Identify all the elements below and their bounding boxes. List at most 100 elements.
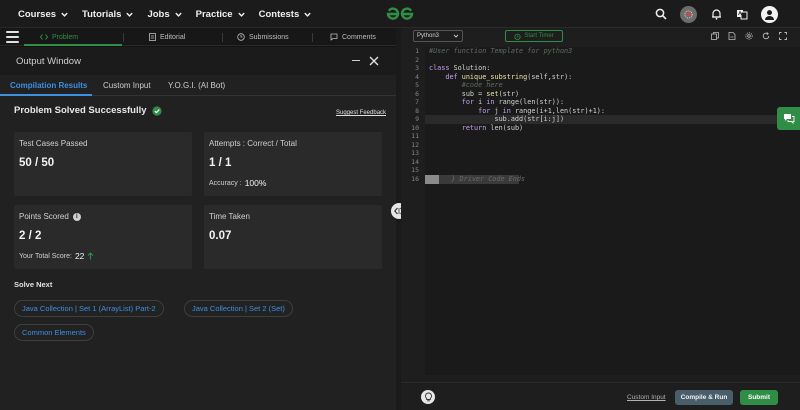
- code-line: for j in range(i+1,len(str)+1):: [429, 106, 605, 115]
- top-right-icons: [654, 0, 778, 28]
- line-number: 15: [411, 166, 419, 174]
- line-number: 9: [415, 115, 419, 123]
- nav-menu: Courses Tutorials Jobs Practice Contests: [18, 0, 312, 28]
- code-line: sub = set(str): [429, 89, 520, 98]
- line-number: 12: [411, 140, 419, 149]
- solve-next-item[interactable]: Java Collection | Set 1 (ArrayList) Part…: [14, 300, 164, 317]
- chevron-down-icon: [453, 34, 459, 38]
- clock-icon: [237, 33, 245, 41]
- line-number: 6: [415, 89, 419, 98]
- nav-tutorials[interactable]: Tutorials: [82, 9, 134, 20]
- line-number: 1: [415, 47, 419, 55]
- editor-bottom-bar: Custom Input Compile & Run Submit: [401, 382, 800, 410]
- editor-toolbar: Python3 Start Timer: [401, 28, 800, 47]
- line-number: 10: [411, 123, 419, 132]
- total-score-value: 22: [74, 251, 85, 261]
- tab-compilation-results[interactable]: Compilation Results: [10, 81, 87, 90]
- info-icon[interactable]: i: [72, 212, 81, 221]
- suggest-feedback-link[interactable]: Suggest Feedback: [336, 110, 386, 116]
- code-editor[interactable]: #User function Template for python3 clas…: [425, 47, 800, 375]
- check-circle-icon: [151, 105, 162, 116]
- lightbulb-icon[interactable]: [421, 390, 435, 404]
- line-number-gutter: 1 2 3 4 5 6 7 8 9 10 11 12 13 14 15 16: [401, 47, 425, 375]
- output-window-title: Output Window: [16, 56, 81, 67]
- chevron-down-icon: [61, 12, 68, 17]
- editor-actions: [711, 32, 787, 40]
- start-timer-button[interactable]: Start Timer: [505, 30, 563, 42]
- line-number: 5: [415, 81, 419, 89]
- output-tab-underline: [0, 94, 92, 96]
- settings-icon[interactable]: [745, 32, 753, 40]
- tab-divider: [123, 33, 124, 42]
- hamburger-menu-icon[interactable]: [6, 31, 19, 43]
- arrow-up-icon: [88, 252, 94, 260]
- output-window-header: Output Window: [0, 47, 396, 75]
- chevron-down-icon: [237, 12, 245, 17]
- chevron-down-icon: [304, 12, 311, 17]
- total-score-row: Your Total Score: 22: [19, 251, 94, 261]
- line-number: 11: [411, 132, 419, 140]
- code-line: sub.add(str[i:j]): [429, 115, 565, 123]
- code-line: #User function Template for python3: [429, 47, 573, 55]
- submit-button[interactable]: Submit: [740, 390, 778, 405]
- time-taken-card: Time Taken 0.07: [204, 205, 382, 269]
- comment-icon: [330, 33, 338, 41]
- tab-submissions[interactable]: Submissions: [237, 28, 289, 46]
- nav-practice[interactable]: Practice: [196, 9, 246, 20]
- line-number: 14: [411, 157, 419, 166]
- close-icon[interactable]: [369, 56, 379, 66]
- output-tabs: Compilation Results Custom Input Y.O.G.I…: [0, 75, 396, 96]
- code-line: def unique_substring(self,str):: [429, 72, 573, 81]
- tab-comments[interactable]: Comments: [330, 28, 376, 46]
- solve-next-title: Solve Next: [14, 280, 53, 289]
- tab-divider: [312, 33, 313, 42]
- time-taken-value: 0.07: [209, 230, 232, 242]
- points-value: 2 / 2: [19, 230, 42, 242]
- tab-custom-input[interactable]: Custom Input: [103, 81, 151, 90]
- code-editor-panel: Python3 Start Timer 1 2 3 4 5 6 7 8 9 10…: [401, 28, 800, 410]
- tab-divider: [222, 33, 223, 42]
- line-number: 16: [411, 174, 419, 183]
- record-icon[interactable]: [680, 5, 697, 23]
- search-icon[interactable]: [654, 7, 668, 21]
- nav-jobs[interactable]: Jobs: [147, 9, 182, 20]
- minimize-icon[interactable]: [352, 60, 360, 61]
- solve-next-item[interactable]: Common Elements: [14, 324, 94, 341]
- points-card: Points Scored i 2 / 2 Your Total Score: …: [14, 205, 192, 269]
- copy-icon[interactable]: [711, 32, 719, 40]
- language-select[interactable]: Python3: [413, 30, 463, 42]
- line-number: 3: [415, 64, 419, 72]
- tab-editorial[interactable]: Editorial: [149, 28, 185, 46]
- code-line: #code here: [429, 81, 503, 89]
- user-avatar-icon[interactable]: [761, 5, 778, 23]
- chevron-down-icon: [174, 12, 182, 17]
- line-number: 4: [415, 72, 419, 81]
- top-navbar: Courses Tutorials Jobs Practice Contests: [0, 0, 800, 28]
- chat-icon[interactable]: [777, 107, 800, 130]
- nav-courses[interactable]: Courses: [18, 9, 69, 20]
- nav-contests[interactable]: Contests: [259, 9, 313, 20]
- test-cases-value: 50 / 50: [19, 157, 55, 169]
- test-cases-card: Test Cases Passed 50 / 50: [14, 132, 192, 196]
- translate-icon[interactable]: [735, 7, 749, 21]
- gfg-logo-icon[interactable]: [382, 4, 418, 24]
- bell-icon[interactable]: [709, 7, 723, 21]
- line-number: 13: [411, 149, 419, 157]
- problem-tabs-bar: Problem Editorial Submissions Comments: [0, 28, 396, 46]
- line-number: 2: [415, 55, 419, 64]
- reset-icon[interactable]: [762, 32, 770, 40]
- custom-input-link[interactable]: Custom Input: [627, 394, 666, 401]
- compile-run-button[interactable]: Compile & Run: [675, 390, 733, 405]
- timer-icon: [514, 33, 521, 40]
- fullscreen-icon[interactable]: [779, 32, 787, 40]
- attempts-card: Attempts : Correct / Total 1 / 1 Accurac…: [204, 132, 382, 196]
- attempts-value: 1 / 1: [209, 157, 232, 169]
- solve-next-item[interactable]: Java Collection | Set 2 (Set): [184, 300, 293, 317]
- code-line: return len(sub): [429, 123, 524, 132]
- accuracy-value: 100%: [244, 178, 267, 188]
- file-icon[interactable]: [728, 32, 736, 40]
- code-icon: [40, 34, 48, 40]
- tab-yogi-ai-bot[interactable]: Y.O.G.I. (AI Bot): [168, 81, 225, 90]
- code-line: class Solution:: [429, 64, 491, 72]
- status-message: Problem Solved Successfully: [14, 105, 162, 116]
